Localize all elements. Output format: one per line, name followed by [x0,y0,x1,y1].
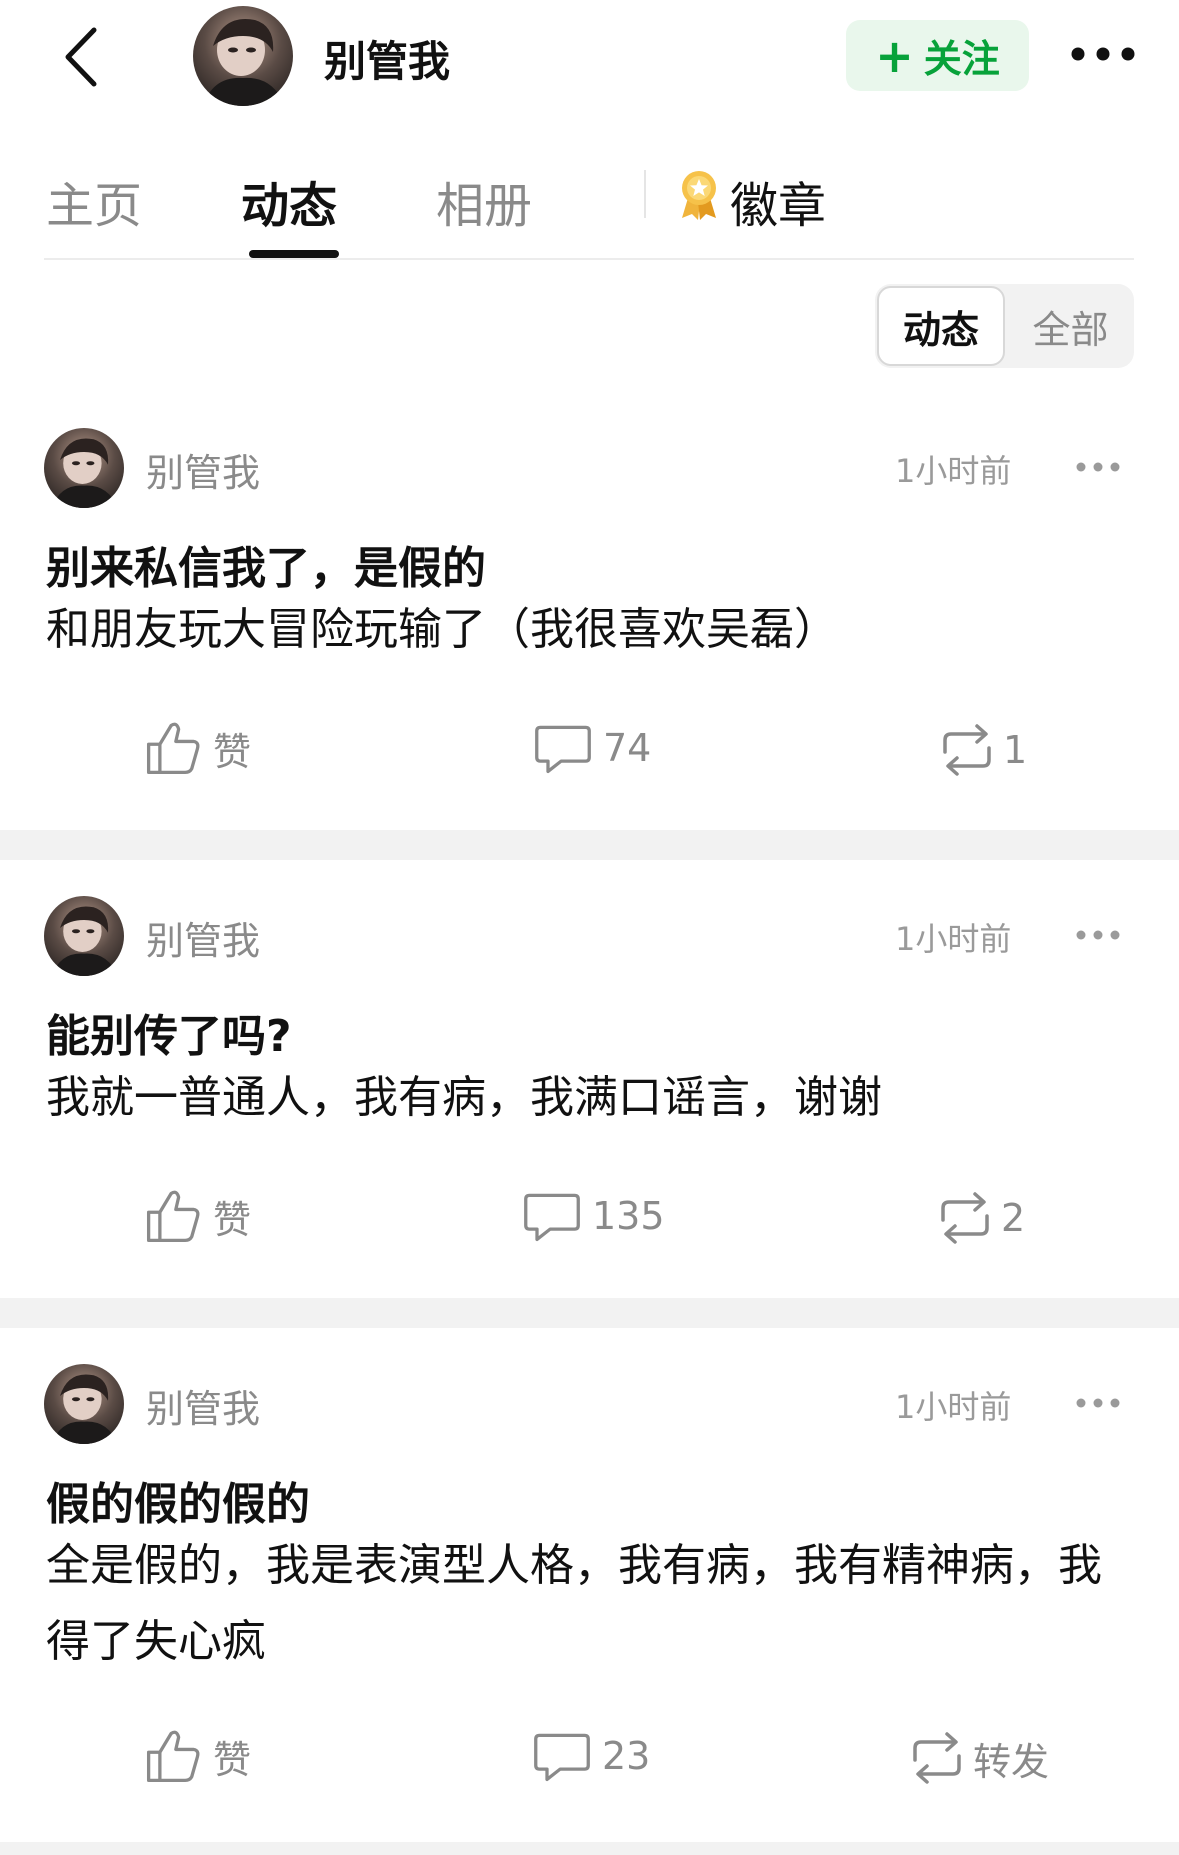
filter-all[interactable]: 全部 [1009,284,1132,368]
post-avatar[interactable] [44,1364,124,1444]
comment-count: 74 [603,726,652,770]
back-arrow-icon[interactable] [58,22,108,92]
comment-button[interactable]: 135 [522,1186,665,1246]
tab-badges[interactable]: 徽章 [730,166,826,236]
post-title: 假的假的假的 [46,1479,310,1530]
like-label: 赞 [213,729,252,774]
post-card: 别管我 1小时前 别来私信我了，是假的 和朋友玩大冒险玩输了（我很喜欢吴磊） 赞… [0,428,1179,828]
more-icon[interactable] [1075,458,1121,476]
thumbs-up-icon [143,718,203,778]
post-author[interactable]: 别管我 [146,1378,260,1433]
top-bar: 别管我 + 关注 [0,0,1179,120]
post-card: 别管我 1小时前 假的假的假的 全是假的，我是表演型人格，我有病，我有精神病，我… [0,1364,1179,1855]
repost-icon [935,718,999,782]
repost-icon [933,1186,997,1250]
repost-button[interactable]: 2 [933,1186,1025,1250]
post-time: 1小时前 [895,452,1012,490]
post-body: 全是假的，我是表演型人格，我有病，我有精神病，我得了失心疯 [46,1540,1102,1667]
comment-button[interactable]: 23 [532,1726,650,1786]
post-author[interactable]: 别管我 [146,910,260,965]
post-avatar[interactable] [44,896,124,976]
tab-indicator [249,250,339,258]
more-icon[interactable] [1070,41,1136,67]
like-label: 赞 [213,1737,252,1782]
post-avatar[interactable] [44,428,124,508]
post-body: 我就一普通人，我有病，我满口谣言，谢谢 [46,1072,882,1123]
follow-label: 关注 [923,37,1000,81]
more-icon[interactable] [1075,1394,1121,1412]
repost-count: 1 [1003,728,1028,772]
follow-button[interactable]: + 关注 [846,20,1029,91]
tab-home[interactable]: 主页 [46,166,142,236]
like-button[interactable]: 赞 [143,1726,251,1786]
repost-count: 2 [1001,1196,1026,1240]
post-card: 别管我 1小时前 能别传了吗? 我就一普通人，我有病，我满口谣言，谢谢 赞 13… [0,896,1179,1296]
profile-name: 别管我 [324,37,451,86]
comment-icon [532,1726,592,1786]
repost-button[interactable]: 1 [935,718,1027,782]
post-separator [0,830,1179,860]
post-separator [0,1298,1179,1328]
post-separator [0,1842,1179,1855]
filter-segment: 动态 全部 [875,284,1134,368]
repost-button[interactable]: 转发 [905,1726,1049,1790]
post-time: 1小时前 [895,920,1012,958]
post-time: 1小时前 [895,1388,1012,1426]
comment-button[interactable]: 74 [533,718,651,778]
post-author[interactable]: 别管我 [146,442,260,497]
repost-label: 转发 [973,1739,1050,1784]
tab-album[interactable]: 相册 [436,166,532,236]
like-button[interactable]: 赞 [143,1186,251,1246]
repost-icon [905,1726,969,1790]
like-label: 赞 [213,1197,252,1242]
plus-icon: + [875,28,914,83]
medal-icon [682,171,716,220]
post-title: 能别传了吗? [46,1011,292,1062]
comment-count: 23 [602,1734,651,1778]
more-icon[interactable] [1075,926,1121,944]
post-title: 别来私信我了，是假的 [46,543,486,594]
comment-icon [522,1186,582,1246]
like-button[interactable]: 赞 [143,718,251,778]
filter-moments[interactable]: 动态 [877,286,1005,366]
comment-count: 135 [592,1194,665,1238]
tab-moments[interactable]: 动态 [241,166,337,236]
avatar[interactable] [193,6,293,106]
thumbs-up-icon [143,1726,203,1786]
post-body: 和朋友玩大冒险玩输了（我很喜欢吴磊） [46,604,838,655]
tab-divider [644,170,646,218]
thumbs-up-icon [143,1186,203,1246]
tabs-bottom-border [44,258,1134,260]
profile-tabs: 主页 动态 相册 徽章 [0,140,1179,260]
comment-icon [533,718,593,778]
